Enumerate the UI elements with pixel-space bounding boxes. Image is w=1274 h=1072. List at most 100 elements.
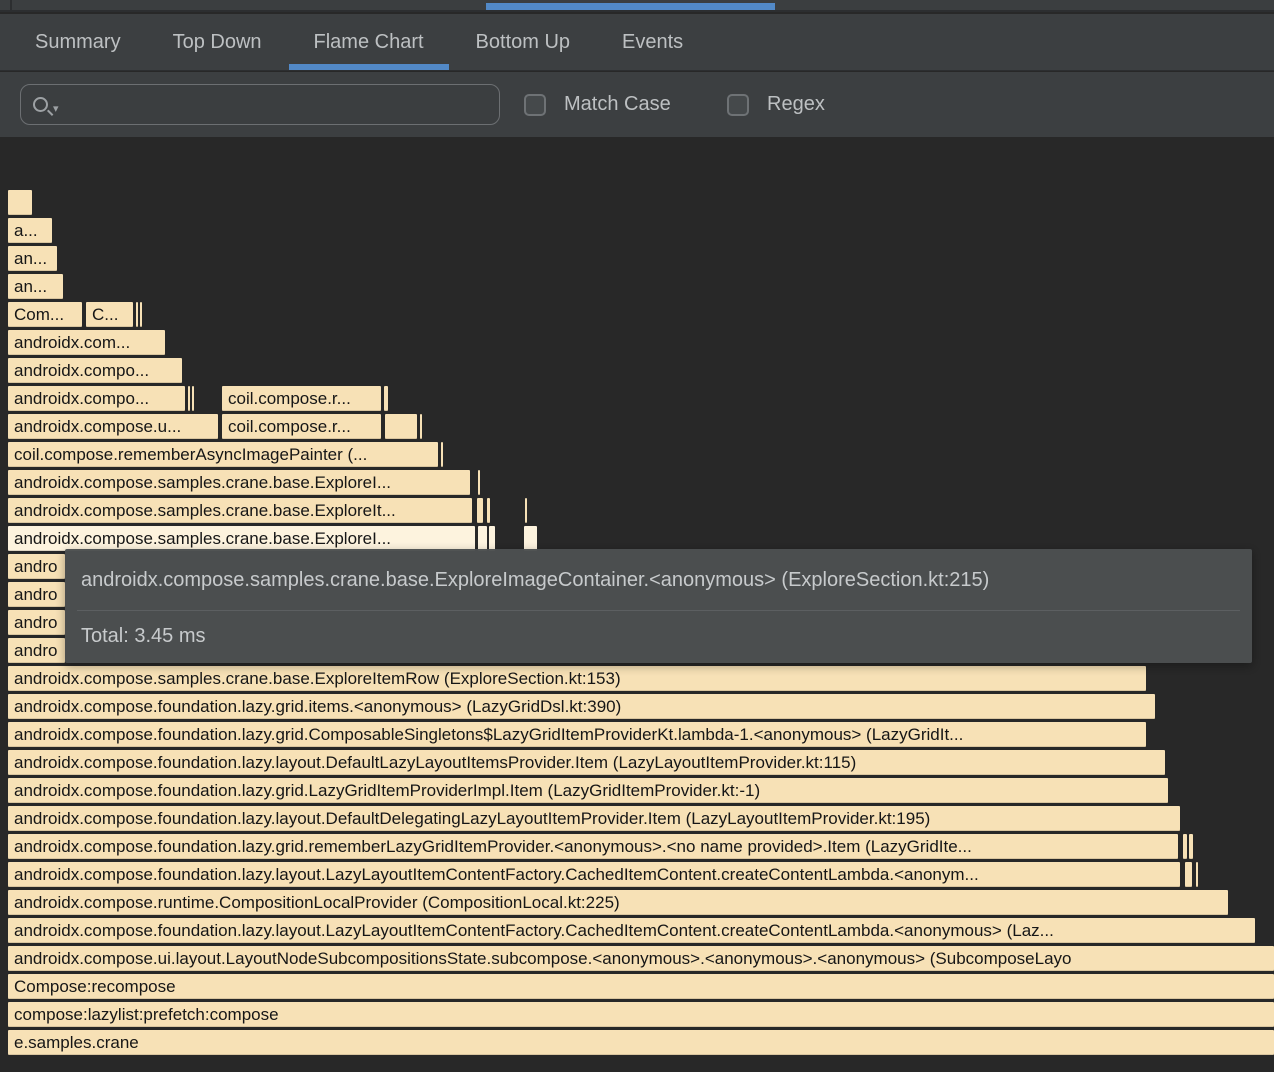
flame-bar[interactable] bbox=[385, 414, 417, 439]
flame-bar[interactable]: androidx.compo... bbox=[8, 358, 182, 383]
flame-row: coil.compose.rememberAsyncImagePainter (… bbox=[0, 442, 1274, 467]
flame-row: androidx.compose.u...coil.compose.r... bbox=[0, 414, 1274, 439]
regex-checkbox[interactable] bbox=[727, 94, 749, 116]
flame-bar[interactable]: an... bbox=[8, 246, 57, 271]
flame-row: androidx.compose.foundation.lazy.layout.… bbox=[0, 862, 1274, 887]
flame-bar[interactable] bbox=[188, 386, 190, 411]
panel-divider bbox=[10, 0, 12, 12]
flame-row: androidx.compose.samples.crane.base.Expl… bbox=[0, 526, 1274, 551]
flame-bar[interactable] bbox=[525, 498, 527, 523]
flame-bar[interactable]: andro bbox=[8, 582, 65, 607]
flame-bar[interactable]: andro bbox=[8, 638, 65, 663]
regex-option: Regex bbox=[727, 72, 825, 137]
tab-flame-chart[interactable]: Flame Chart bbox=[314, 14, 424, 71]
flame-bar[interactable]: androidx.compose.samples.crane.base.Expl… bbox=[8, 526, 475, 551]
regex-label: Regex bbox=[767, 93, 825, 116]
search-icon bbox=[33, 97, 48, 112]
flame-row: androidx.compose.foundation.lazy.grid.Co… bbox=[0, 722, 1274, 747]
tab-summary[interactable]: Summary bbox=[35, 14, 121, 71]
flame-row: androidx.com... bbox=[0, 330, 1274, 355]
flame-row: an... bbox=[0, 246, 1274, 271]
profiler-pane: Summary Top Down Flame Chart Bottom Up E… bbox=[0, 0, 1274, 1072]
flame-row: androidx.compose.ui.layout.LayoutNodeSub… bbox=[0, 946, 1274, 971]
tab-top-down[interactable]: Top Down bbox=[173, 14, 262, 71]
flame-bar[interactable] bbox=[192, 386, 194, 411]
flame-bar[interactable]: androidx.compose.foundation.lazy.grid.La… bbox=[8, 778, 1168, 803]
flame-bar[interactable]: Compose:recompose bbox=[8, 974, 1274, 999]
flame-bar[interactable]: a... bbox=[8, 218, 52, 243]
flame-bar[interactable]: andro bbox=[8, 610, 65, 635]
flame-bar[interactable]: C... bbox=[86, 302, 133, 327]
flame-bar[interactable] bbox=[420, 414, 422, 439]
flame-bar[interactable] bbox=[8, 190, 32, 215]
flame-bar[interactable]: androidx.compose.foundation.lazy.grid.it… bbox=[8, 694, 1155, 719]
flame-bar[interactable]: androidx.compo... bbox=[8, 386, 185, 411]
flame-bar[interactable] bbox=[140, 302, 142, 327]
flame-bar[interactable] bbox=[384, 386, 388, 411]
flame-bar[interactable] bbox=[524, 526, 537, 551]
flame-row: androidx.compose.foundation.lazy.layout.… bbox=[0, 750, 1274, 775]
flame-bar[interactable]: androidx.compose.foundation.lazy.layout.… bbox=[8, 918, 1255, 943]
flame-row: Compose:recompose bbox=[0, 974, 1274, 999]
flame-bar[interactable]: androidx.compose.foundation.lazy.layout.… bbox=[8, 750, 1165, 775]
search-input[interactable] bbox=[67, 90, 499, 120]
flame-bar[interactable]: coil.compose.rememberAsyncImagePainter (… bbox=[8, 442, 438, 467]
top-tab-indicator bbox=[486, 3, 775, 10]
tooltip-total: Total: 3.45 ms bbox=[65, 611, 1252, 662]
tab-bottom-up[interactable]: Bottom Up bbox=[476, 14, 570, 71]
flame-row: compose:lazylist:prefetch:compose bbox=[0, 1002, 1274, 1027]
flame-bar[interactable] bbox=[1185, 862, 1192, 887]
flame-bar[interactable]: androidx.compose.ui.layout.LayoutNodeSub… bbox=[8, 946, 1274, 971]
flame-row: androidx.compose.runtime.CompositionLoca… bbox=[0, 890, 1274, 915]
flame-bar[interactable] bbox=[1189, 834, 1193, 859]
flame-bar[interactable] bbox=[478, 526, 487, 551]
flame-bar[interactable]: e.samples.crane bbox=[8, 1030, 1274, 1055]
search-options-caret-icon[interactable]: ▾ bbox=[53, 102, 59, 115]
flame-bar[interactable] bbox=[478, 470, 480, 495]
flame-bar[interactable]: andro bbox=[8, 554, 65, 579]
match-case-option: Match Case bbox=[524, 72, 671, 137]
search-box[interactable]: ▾ bbox=[20, 84, 500, 125]
flame-bar[interactable]: coil.compose.r... bbox=[222, 386, 381, 411]
analysis-tab-bar: Summary Top Down Flame Chart Bottom Up E… bbox=[0, 14, 1274, 71]
flame-bar[interactable]: compose:lazylist:prefetch:compose bbox=[8, 1002, 1274, 1027]
flame-bar[interactable]: androidx.com... bbox=[8, 330, 165, 355]
flame-row: androidx.compose.samples.crane.base.Expl… bbox=[0, 498, 1274, 523]
search-toolbar: ▾ Match Case Regex bbox=[0, 72, 1274, 137]
flame-row: Com...C... bbox=[0, 302, 1274, 327]
flame-bar[interactable] bbox=[489, 526, 495, 551]
flame-bar[interactable]: androidx.compose.foundation.lazy.layout.… bbox=[8, 806, 1180, 831]
flame-bar[interactable]: androidx.compose.foundation.lazy.grid.re… bbox=[8, 834, 1178, 859]
flame-bar[interactable]: coil.compose.r... bbox=[222, 414, 381, 439]
flame-row bbox=[0, 190, 1274, 215]
match-case-checkbox[interactable] bbox=[524, 94, 546, 116]
flame-row: androidx.compose.samples.crane.base.Expl… bbox=[0, 666, 1274, 691]
frame-tooltip: androidx.compose.samples.crane.base.Expl… bbox=[65, 549, 1252, 663]
flame-bar[interactable]: androidx.compose.samples.crane.base.Expl… bbox=[8, 470, 470, 495]
flame-row: androidx.compose.foundation.lazy.grid.La… bbox=[0, 778, 1274, 803]
flame-row: an... bbox=[0, 274, 1274, 299]
flame-bar[interactable] bbox=[487, 498, 490, 523]
flame-bar[interactable]: androidx.compose.runtime.CompositionLoca… bbox=[8, 890, 1228, 915]
tooltip-title: androidx.compose.samples.crane.base.Expl… bbox=[65, 549, 1252, 604]
top-strip bbox=[0, 0, 1274, 12]
flame-bar[interactable]: an... bbox=[8, 274, 63, 299]
tab-events[interactable]: Events bbox=[622, 14, 683, 71]
flame-bar[interactable]: androidx.compose.samples.crane.base.Expl… bbox=[8, 498, 472, 523]
flame-row: androidx.compose.foundation.lazy.layout.… bbox=[0, 806, 1274, 831]
flame-bar[interactable]: androidx.compose.foundation.lazy.grid.Co… bbox=[8, 722, 1146, 747]
flame-row: androidx.compose.foundation.lazy.grid.it… bbox=[0, 694, 1274, 719]
flame-bar[interactable]: androidx.compose.foundation.lazy.layout.… bbox=[8, 862, 1180, 887]
flame-row: e.samples.crane bbox=[0, 1030, 1274, 1055]
flame-row: a... bbox=[0, 218, 1274, 243]
flame-bar[interactable]: Com... bbox=[8, 302, 82, 327]
flame-bar[interactable] bbox=[1196, 862, 1198, 887]
flame-bar[interactable] bbox=[477, 498, 483, 523]
flame-bar[interactable] bbox=[441, 442, 443, 467]
flame-bar[interactable] bbox=[1183, 834, 1187, 859]
flame-bar[interactable]: androidx.compose.samples.crane.base.Expl… bbox=[8, 666, 1146, 691]
flame-row: androidx.compose.foundation.lazy.grid.re… bbox=[0, 834, 1274, 859]
flame-bar[interactable] bbox=[136, 302, 138, 327]
flame-row: androidx.compo... coil.compose.r... bbox=[0, 386, 1274, 411]
flame-bar[interactable]: androidx.compose.u... bbox=[8, 414, 218, 439]
